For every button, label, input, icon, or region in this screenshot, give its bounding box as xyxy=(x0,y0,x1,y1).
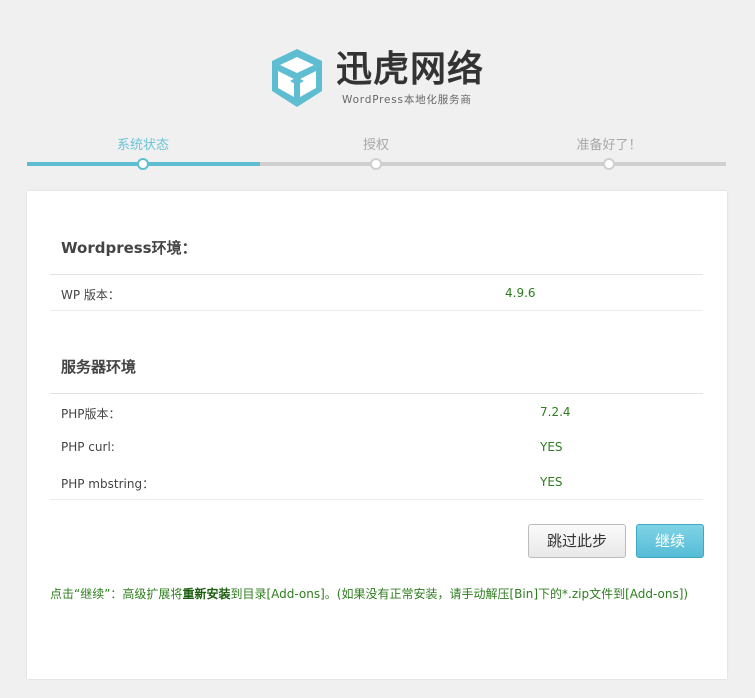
server-env-header: 服务器环境 xyxy=(50,335,703,394)
brand-name: 迅虎网络 xyxy=(336,49,485,90)
install-note-part1: 点击“继续”：高级扩展将 xyxy=(50,587,183,601)
tiger-logo-icon xyxy=(272,49,322,107)
install-note-bold: 重新安装 xyxy=(182,587,231,601)
table-row: WP 版本： 4.9.6 xyxy=(50,275,703,310)
continue-button[interactable]: 继续 xyxy=(636,524,704,558)
step-dot-1 xyxy=(137,158,149,170)
table-row: PHP版本： 7.2.4 xyxy=(50,394,703,429)
step-ready: 准备好了！ xyxy=(576,138,642,153)
skip-button[interactable]: 跳过此步 xyxy=(528,524,626,558)
wordpress-env-title: Wordpress环境： xyxy=(61,239,197,257)
wp-version-value: 4.9.6 xyxy=(505,286,536,300)
progress-steps: 系统状态 授权 准备好了！ xyxy=(27,134,726,170)
wordpress-env-header: Wordpress环境： xyxy=(50,216,703,275)
php-version-label: PHP版本： xyxy=(61,407,121,421)
install-note: 点击“继续”：高级扩展将重新安装到目录[Add-ons]。(如果没有正常安装，请… xyxy=(50,583,690,605)
install-note-part2: 到目录[Add-ons]。(如果没有正常安装，请手动解压[Bin]下的*.zip… xyxy=(230,587,689,601)
step-system-status: 系统状态 xyxy=(116,138,170,153)
step-dot-3 xyxy=(603,158,615,170)
php-mbstring-label: PHP mbstring： xyxy=(61,477,155,491)
brand-tagline: WordPress本地化服务商 xyxy=(342,94,472,106)
php-mbstring-value: YES xyxy=(540,475,563,489)
php-version-value: 7.2.4 xyxy=(540,405,571,419)
brand-logo: 迅虎网络 WordPress本地化服务商 xyxy=(266,44,496,112)
table-row: PHP mbstring： YES xyxy=(50,464,703,499)
wordpress-env-table: WP 版本： 4.9.6 xyxy=(50,275,703,311)
step-authorization: 授权 xyxy=(362,138,390,153)
wp-version-label: WP 版本： xyxy=(61,288,120,302)
php-curl-value: YES xyxy=(540,440,563,454)
setup-card: Wordpress环境： WP 版本： 4.9.6 服务器环境 PHP版本： 7… xyxy=(27,191,727,679)
server-env-title: 服务器环境 xyxy=(61,358,137,376)
php-curl-label: PHP curl: xyxy=(61,440,115,454)
table-row: PHP curl: YES xyxy=(50,429,703,464)
step-dot-2 xyxy=(370,158,382,170)
server-env-table: PHP版本： 7.2.4 PHP curl: YES PHP mbstring：… xyxy=(50,394,703,500)
